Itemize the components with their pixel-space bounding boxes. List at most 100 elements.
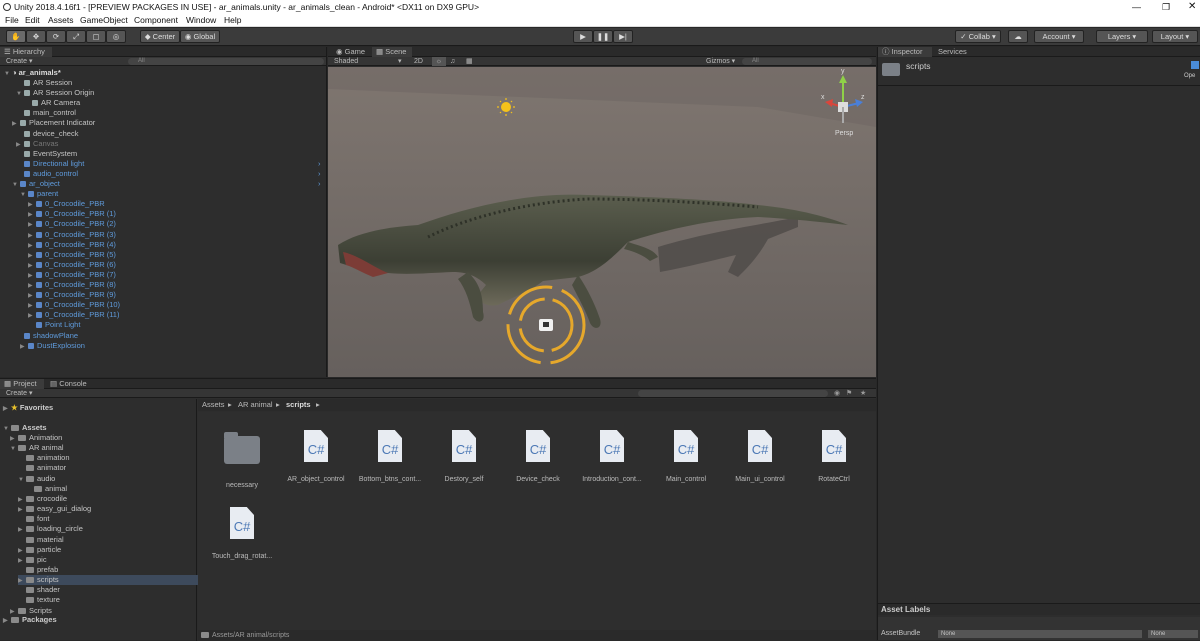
menu-gameobject[interactable]: GameObject [80,14,128,27]
asset-item[interactable]: C# Touch_drag_rotat... [204,507,280,560]
hierarchy-item[interactable]: ▶ 0_Crocodile_PBR (10) [28,300,120,310]
asset-bundle-select[interactable]: None [938,630,1142,638]
asset-item[interactable]: C# RotateCtrl [796,430,872,483]
hierarchy-item[interactable]: ▶ 0_Crocodile_PBR (9) [28,290,116,300]
hierarchy-create-dropdown[interactable]: Create ▾ [6,57,32,66]
asset-item[interactable]: C# Introduction_cont... [574,430,650,483]
hierarchy-search-input[interactable]: All [128,58,324,65]
rotate-tool-button[interactable]: ⟳ [46,30,66,43]
2d-toggle[interactable]: 2D [414,57,423,66]
audio-toggle[interactable]: ♫ [450,57,455,66]
expand-open-icon[interactable]: ▼ [18,475,26,485]
asset-item[interactable]: C# Main_ui_control [722,430,798,483]
tab-game[interactable]: ◉ Game [332,47,372,57]
assets-node[interactable]: ▼ Assets [3,423,47,433]
project-tree-item[interactable]: texture [18,595,60,605]
tab-inspector[interactable]: ⓘ Inspector [878,47,932,57]
asset-item[interactable]: C# Device_check [500,430,576,483]
layers-dropdown[interactable]: Layers ▾ [1096,30,1148,43]
hierarchy-item[interactable]: ▶ 0_Crocodile_PBR [28,199,105,209]
expand-open-icon[interactable]: ▼ [12,180,20,190]
open-button[interactable]: Ope [1184,73,1195,79]
project-tree-item[interactable]: ▶ Animation [10,433,62,443]
pivot-global-button[interactable]: ◉ Global [180,30,220,43]
project-tree-item[interactable]: ▶ pic [18,555,47,565]
project-tree-item[interactable]: animal [26,484,67,494]
expand-open-icon[interactable]: ▼ [10,444,18,454]
gizmos-dropdown[interactable]: Gizmos ▾ [706,57,735,66]
project-tree-item[interactable]: prefab [18,565,58,575]
move-tool-button[interactable]: ✥ [26,30,46,43]
menu-edit[interactable]: Edit [25,14,40,27]
scene-root[interactable]: ▼ ◑ ar_animals* [4,68,61,78]
hand-tool-button[interactable]: ✋ [6,30,26,43]
project-tree-item[interactable]: material [18,535,64,545]
hierarchy-item[interactable]: shadowPlane [16,331,78,341]
hierarchy-item[interactable]: main_control [16,108,76,118]
project-create-dropdown[interactable]: Create ▾ [6,389,32,398]
maximize-icon[interactable]: ❐ [1162,0,1170,14]
project-tree-item[interactable]: ▼ audio [18,474,55,484]
inspector-help-icon[interactable] [1191,61,1199,69]
collab-dropdown[interactable]: ✓ Collab ▾ [955,30,1001,43]
project-tree-item[interactable]: animator [18,463,66,473]
transform-tool-button[interactable]: ◎ [106,30,126,43]
pause-button[interactable]: ❚❚ [593,30,613,43]
cloud-button[interactable]: ☁ [1008,30,1028,43]
hierarchy-item[interactable]: AR Camera [24,98,80,108]
hierarchy-item[interactable]: ▼ parent [20,189,58,199]
project-tree-item[interactable]: animation [18,453,70,463]
tab-services[interactable]: Services [934,47,974,57]
asset-item[interactable]: C# Destory_self [426,430,502,483]
asset-item[interactable]: C# AR_object_control [278,430,354,483]
scene-viewport[interactable]: y z x Persp [328,67,876,377]
favorite-star-icon[interactable]: ★ [860,389,866,398]
breadcrumb-item[interactable]: Assets [202,399,225,411]
hierarchy-item[interactable]: ▼ ar_object › [12,179,321,190]
close-icon[interactable]: ✕ [1188,0,1196,14]
tab-hierarchy[interactable]: ☰ Hierarchy [0,47,52,57]
hierarchy-item[interactable]: ▶ 0_Crocodile_PBR (5) [28,250,116,260]
hierarchy-item[interactable]: ▶ Placement Indicator [12,118,95,128]
tab-project[interactable]: ▦ Project [0,379,44,389]
hierarchy-item[interactable]: ▶ Canvas [16,139,58,149]
asset-variant-select[interactable]: None [1148,630,1198,638]
menu-assets[interactable]: Assets [48,14,74,27]
project-tree-item[interactable]: ▼ AR animal [10,443,64,453]
hierarchy-item[interactable]: Directional light › [16,159,321,169]
project-tree-item[interactable]: ▶ particle [18,545,61,555]
expand-open-icon[interactable]: ▼ [20,190,28,200]
expand-open-icon[interactable]: ▼ [16,89,24,99]
hierarchy-item[interactable]: EventSystem [16,149,77,159]
hierarchy-item[interactable]: device_check [16,129,78,139]
hierarchy-item[interactable]: ▶ 0_Crocodile_PBR (3) [28,230,116,240]
shading-mode-dropdown[interactable]: Shaded [334,57,358,66]
hierarchy-item[interactable]: ▶ 0_Crocodile_PBR (11) [28,310,119,320]
tab-console[interactable]: ▤ Console [46,379,92,389]
hierarchy-item[interactable]: ▶ DustExplosion [20,341,85,351]
expand-closed-icon[interactable]: ▶ [20,342,28,352]
breadcrumb-item[interactable]: scripts [286,399,311,411]
hierarchy-item[interactable]: ▼ AR Session Origin [16,88,94,98]
project-tree-item[interactable]: font [18,514,50,524]
chevron-right-icon[interactable]: › [318,169,321,179]
lighting-toggle[interactable]: ☼ [432,57,446,66]
project-tree-item[interactable]: ▶ loading_circle [18,524,83,534]
minimize-icon[interactable]: — [1132,0,1141,14]
filter-label-icon[interactable]: ⚑ [846,389,852,398]
chevron-right-icon[interactable]: › [318,159,321,169]
asset-item[interactable]: C# Main_control [648,430,724,483]
breadcrumb-item[interactable]: AR animal [238,399,273,411]
project-search-input[interactable] [638,390,828,397]
hierarchy-item[interactable]: audio_control › [16,169,321,179]
tab-scene[interactable]: ▦ Scene [372,47,412,57]
hierarchy-item[interactable]: Point Light [28,320,80,330]
project-tree-item[interactable]: shader [18,585,60,595]
hierarchy-item[interactable]: ▶ 0_Crocodile_PBR (7) [28,270,116,280]
menu-help[interactable]: Help [224,14,241,27]
rect-tool-button[interactable]: ▢ [86,30,106,43]
scene-search-input[interactable]: All [742,58,872,65]
menu-file[interactable]: File [5,14,19,27]
layout-dropdown[interactable]: Layout ▾ [1152,30,1198,43]
menu-window[interactable]: Window [186,14,216,27]
